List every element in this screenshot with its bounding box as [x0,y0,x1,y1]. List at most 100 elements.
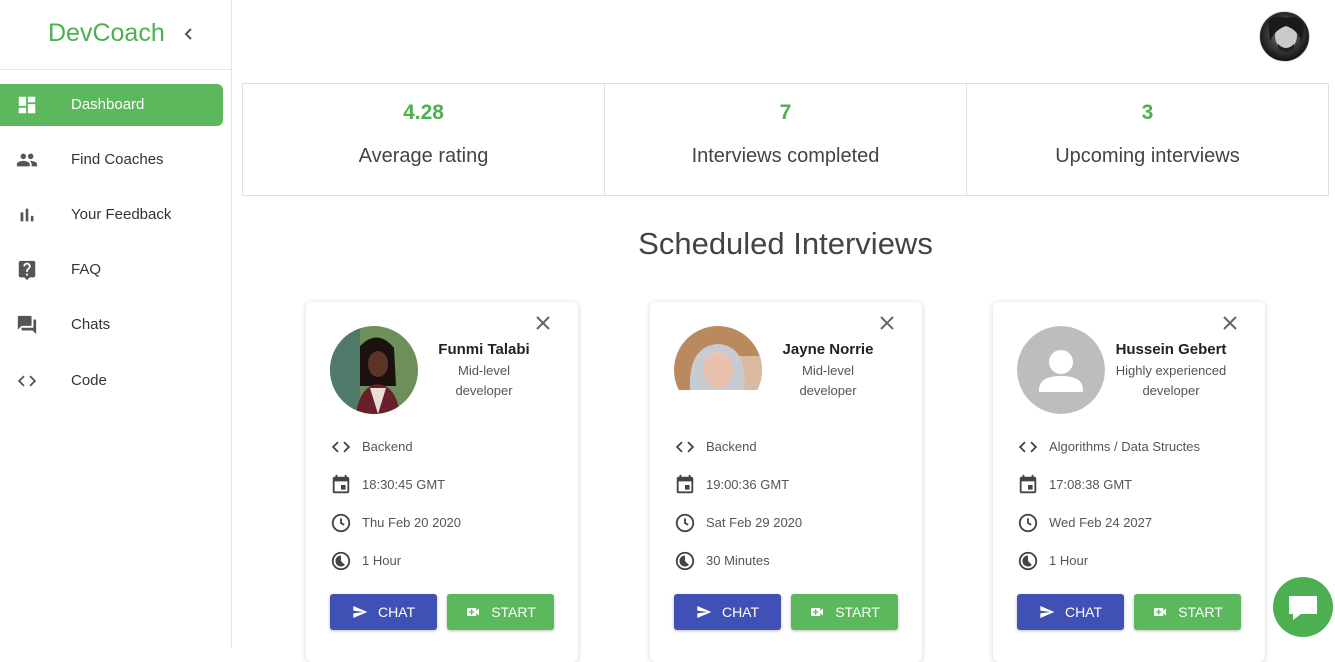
chat-button[interactable]: CHAT [1017,594,1124,630]
sidebar-item-chats[interactable]: Chats [0,304,223,346]
date-text: Wed Feb 24 2027 [1049,515,1153,530]
start-button[interactable]: START [447,594,554,630]
time-text: 17:08:38 GMT [1049,477,1133,492]
help-icon [18,260,36,281]
sidebar-item-label: Code [71,372,107,389]
stat-caption: Average rating [358,145,489,167]
start-button[interactable]: START [791,594,898,630]
people-icon [16,153,38,167]
clock-icon [331,513,351,533]
support-chat-button[interactable] [1273,577,1333,637]
send-icon [1040,606,1055,618]
start-button-label: START [491,604,536,620]
date-row: Wed Feb 24 2027 [1017,512,1257,534]
stat-interviews-completed: 7 Interviews completed [605,84,967,195]
coach-name: Hussein Gebert [1115,341,1227,358]
bar-chart-icon [20,208,34,222]
coach-role: Highly experienced developer [1103,361,1239,401]
send-icon [353,606,368,618]
coach-role-line: developer [455,383,513,398]
code-icon [17,375,37,387]
time-row: 19:00:36 GMT [674,474,914,496]
coach-role: Mid-level developer [760,361,896,401]
topic-text: Algorithms / Data Structes [1049,439,1200,454]
code-icon [675,441,695,453]
close-icon[interactable] [878,314,896,332]
timelapse-icon [675,551,695,571]
time-row: 17:08:38 GMT [1017,474,1257,496]
sidebar-item-code[interactable]: Code [0,360,223,402]
topic-row: Backend [330,436,570,458]
code-icon [331,441,351,453]
date-text: Thu Feb 20 2020 [362,515,462,530]
duration-row: 1 Hour [1017,550,1257,572]
topic-row: Algorithms / Data Structes [1017,436,1257,458]
video-call-icon [1154,608,1167,616]
time-text: 18:30:45 GMT [362,477,446,492]
calendar-icon [332,474,350,494]
start-button[interactable]: START [1134,594,1241,630]
duration-text: 1 Hour [1049,553,1089,568]
chat-button-label: CHAT [377,604,416,620]
coach-name: Jayne Norrie [782,341,874,358]
sidebar-item-label: FAQ [71,261,102,278]
calendar-icon [1019,474,1037,494]
interview-card: Jayne Norrie Mid-level developer Backend … [650,302,922,662]
duration-row: 30 Minutes [674,550,914,572]
timelapse-icon [1018,551,1038,571]
stat-caption: Interviews completed [691,145,880,167]
timelapse-icon [331,551,351,571]
topic-row: Backend [674,436,914,458]
chat-button[interactable]: CHAT [674,594,781,630]
dashboard-icon [18,96,36,114]
stat-value: 7 [779,101,792,124]
send-icon [697,606,712,618]
duration-row: 1 Hour [330,550,570,572]
time-text: 19:00:36 GMT [706,477,790,492]
sidebar-item-dashboard[interactable]: Dashboard [0,84,223,126]
chat-button[interactable]: CHAT [330,594,437,630]
chat-bubbles-icon [17,315,37,335]
user-avatar[interactable] [1259,11,1310,62]
coach-role: Mid-level developer [416,361,552,401]
interview-card: Funmi Talabi Mid-level developer Backend … [306,302,578,662]
calendar-icon [676,474,694,494]
topic-text: Backend [362,439,413,454]
sidebar-item-find-coaches[interactable]: Find Coaches [0,139,223,181]
stat-average-rating: 4.28 Average rating [243,84,605,195]
sidebar-item-label: Chats [71,316,111,333]
video-call-icon [467,608,480,616]
clock-icon [1018,513,1038,533]
code-icon [1018,441,1038,453]
topic-text: Backend [706,439,757,454]
close-icon[interactable] [534,314,552,332]
coach-photo [674,326,762,414]
stat-caption: Upcoming interviews [1055,145,1240,167]
section-title: Scheduled Interviews [638,226,933,261]
stats-panel: 4.28 Average rating 7 Interviews complet… [242,83,1329,196]
brand-title: DevCoach [48,19,165,47]
sidebar-item-label: Dashboard [71,96,145,113]
interview-card: Hussein Gebert Highly experienced develop… [993,302,1265,662]
date-text: Sat Feb 29 2020 [706,515,803,530]
sidebar-item-label: Find Coaches [71,151,164,168]
coach-role-line: Mid-level [457,363,510,378]
duration-text: 30 Minutes [706,553,770,568]
coach-photo [330,326,418,414]
time-row: 18:30:45 GMT [330,474,570,496]
stat-upcoming-interviews: 3 Upcoming interviews [967,84,1328,195]
duration-text: 1 Hour [362,553,402,568]
chevron-left-icon[interactable] [180,24,198,44]
clock-icon [675,513,695,533]
coach-role-line: Mid-level [801,363,854,378]
start-button-label: START [835,604,880,620]
sidebar-item-faq[interactable]: FAQ [0,249,223,291]
close-icon[interactable] [1221,314,1239,332]
start-button-label: START [1178,604,1223,620]
stat-value: 4.28 [403,101,444,124]
date-row: Sat Feb 29 2020 [674,512,914,534]
coach-role-line: developer [1142,383,1200,398]
coach-role-line: developer [799,383,857,398]
sidebar-item-your-feedback[interactable]: Your Feedback [0,194,223,236]
sidebar: DevCoach Dashboard Find Coaches Your Fee… [0,0,232,648]
